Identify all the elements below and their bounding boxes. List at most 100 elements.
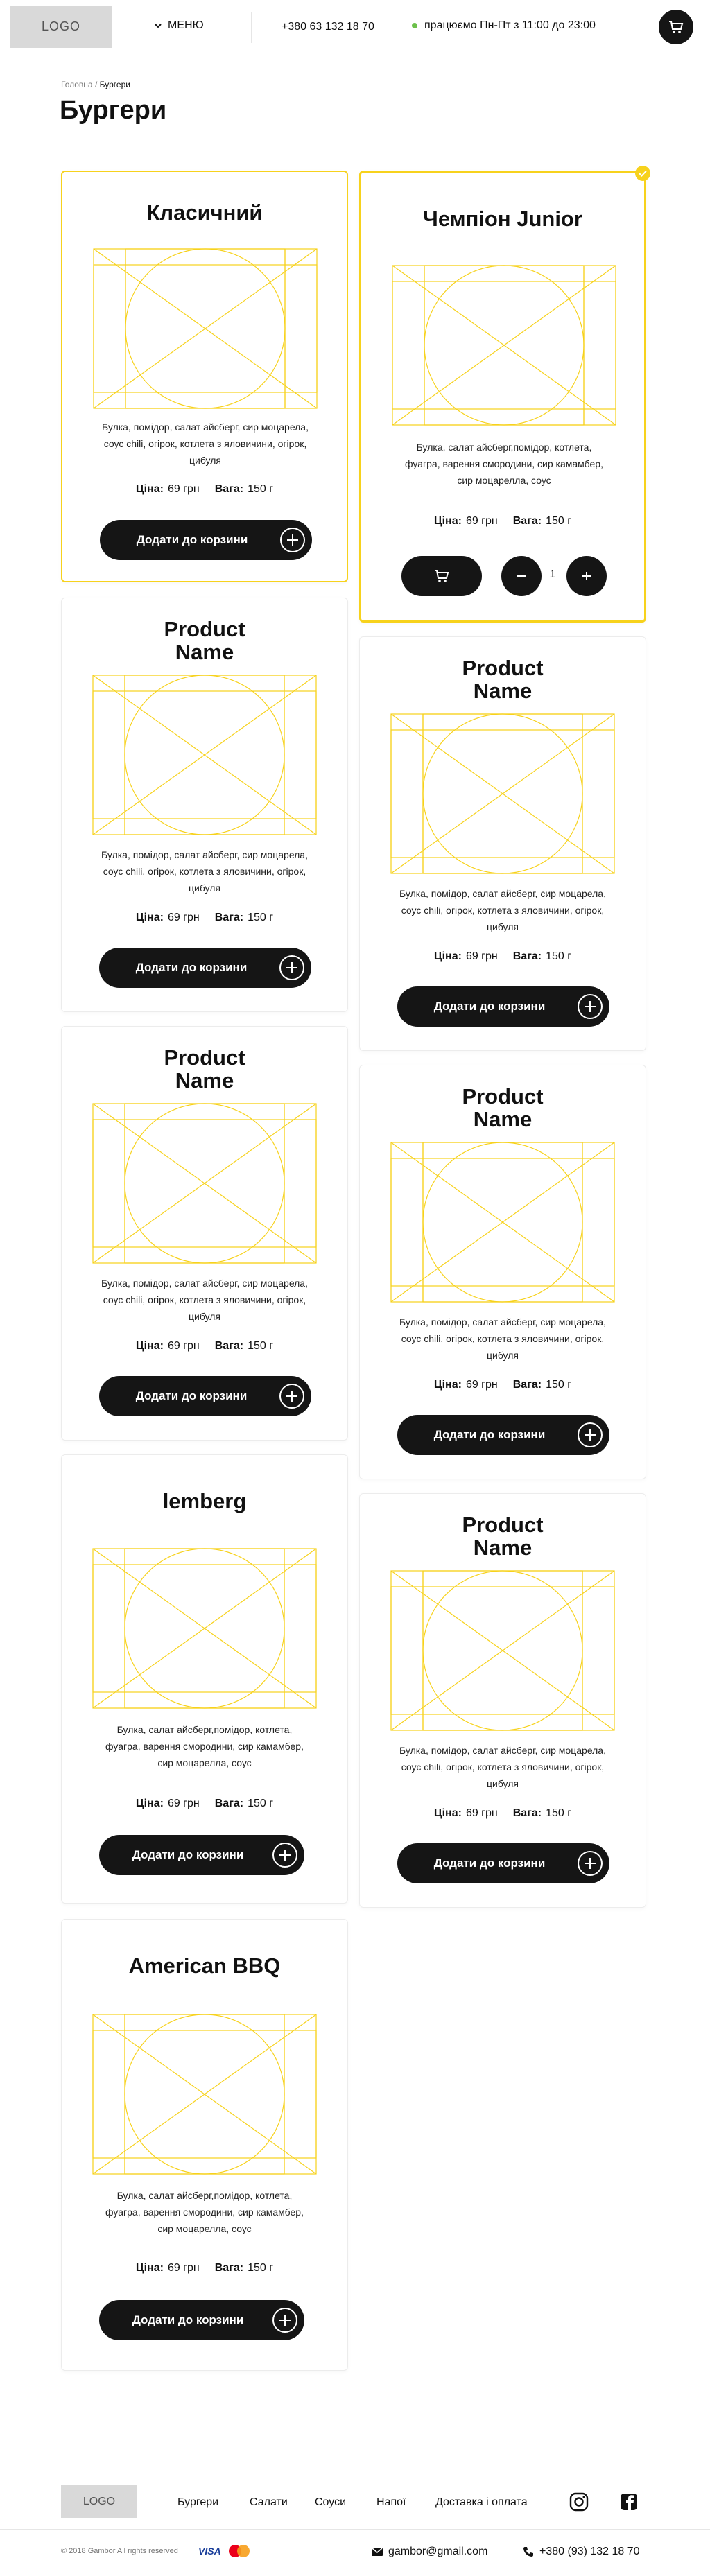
quantity-increase-button[interactable] <box>566 556 607 596</box>
product-name: Чемпіон Junior <box>423 207 582 231</box>
add-to-cart-button[interactable]: Додати до корзини <box>397 1415 609 1455</box>
divider <box>251 12 252 43</box>
breadcrumb-sep: / <box>94 80 98 89</box>
product-meta: Ціна: 69 грн Вага: 150 г <box>62 2262 347 2274</box>
footer-nav-item[interactable]: Салати <box>250 2496 288 2509</box>
weight-label: Вага: <box>512 950 542 962</box>
product-card[interactable]: Product Name Булка, помідор, салат айсбе… <box>359 1493 646 1908</box>
header-phone[interactable]: +380 63 132 18 70 <box>282 21 374 33</box>
product-meta: Ціна: 69 грн Вага: 150 г <box>360 1379 646 1391</box>
product-name: Product Name <box>462 1513 544 1560</box>
menu-button[interactable]: МЕНЮ <box>154 19 204 32</box>
product-meta: Ціна: 69 грн Вага: 150 г <box>62 483 347 496</box>
product-description: Булка, помідор, салат айсберг, сир моцар… <box>399 1745 606 1789</box>
weight-value: 150 г <box>546 515 572 527</box>
status-dot <box>412 23 417 28</box>
price-label: Ціна: <box>433 515 462 527</box>
price-label: Ціна: <box>135 2262 164 2274</box>
weight-value: 150 г <box>248 1340 274 1352</box>
plus-icon <box>582 572 591 580</box>
hours-time: 11:00 до 23:00 <box>521 19 596 31</box>
weight-label: Вага: <box>214 2262 244 2274</box>
facebook-icon[interactable] <box>618 2491 639 2512</box>
visa-logo: VISA <box>198 2545 221 2557</box>
product-meta: Ціна: 69 грн Вага: 150 г <box>360 950 646 963</box>
product-card[interactable]: Класичний Булка, помідор, салат айсберг,… <box>61 171 348 582</box>
product-description: Булка, помідор, салат айсберг, сир моцар… <box>101 849 308 894</box>
price-value: 69 грн <box>167 2262 200 2274</box>
add-to-cart-button[interactable]: Додати до корзини <box>99 2300 304 2340</box>
cart-icon <box>669 21 684 33</box>
image-placeholder-icon <box>93 248 318 409</box>
weight-label: Вага: <box>214 912 244 923</box>
weight-value: 150 г <box>248 1798 274 1809</box>
price-label: Ціна: <box>433 1807 462 1819</box>
plus-circle-icon <box>578 994 603 1019</box>
price-value: 69 грн <box>465 1379 498 1391</box>
add-to-cart-button[interactable]: Додати до корзини <box>397 1843 609 1883</box>
footer-email[interactable]: gambor@gmail.com <box>372 2545 487 2558</box>
plus-circle-icon <box>272 1843 297 1868</box>
plus-circle-icon <box>279 955 304 980</box>
price-value: 69 грн <box>167 483 200 495</box>
menu-label: МЕНЮ <box>168 19 204 31</box>
email-text: gambor@gmail.com <box>388 2545 488 2557</box>
cart-button[interactable] <box>659 10 693 44</box>
product-card[interactable]: Product Name Булка, помідор, салат айсбе… <box>61 598 348 1012</box>
breadcrumb: Головна / Бургери <box>61 80 130 89</box>
image-placeholder-icon <box>390 1570 615 1731</box>
plus-circle-icon <box>272 2308 297 2333</box>
page-title: Бургери <box>60 96 167 125</box>
copyright: © 2018 Gambor All rights reserved <box>61 2547 178 2555</box>
add-to-cart-button[interactable]: Додати до корзини <box>99 1376 311 1416</box>
product-card[interactable]: Product Name Булка, помідор, салат айсбе… <box>359 1065 646 1479</box>
product-card[interactable]: Product Name Булка, помідор, салат айсбе… <box>61 1026 348 1441</box>
product-card[interactable]: American BBQ Булка, салат айсберг,помідо… <box>61 1919 348 2371</box>
footer-logo[interactable]: LOGO <box>61 2485 137 2518</box>
product-name: Product Name <box>462 1084 544 1131</box>
chevron-down-icon <box>155 24 162 28</box>
add-to-cart-button[interactable]: Додати до корзини <box>100 520 312 560</box>
product-description: Булка, салат айсберг,помідор, котлета, ф… <box>405 442 603 486</box>
footer-phone[interactable]: +380 (93) 132 18 70 <box>523 2545 640 2558</box>
add-to-cart-button[interactable]: Додати до корзини <box>99 1835 304 1875</box>
weight-value: 150 г <box>546 1379 572 1391</box>
footer-nav-item[interactable]: Соуси <box>315 2496 346 2509</box>
price-label: Ціна: <box>135 912 164 923</box>
footer-divider <box>0 2529 710 2530</box>
quantity-decrease-button[interactable] <box>501 556 542 596</box>
footer-nav-item[interactable]: Бургери <box>178 2496 218 2509</box>
footer-nav-item[interactable]: Напої <box>376 2496 406 2509</box>
product-name: Product Name <box>462 656 544 703</box>
product-name: Класичний <box>146 200 263 225</box>
product-card[interactable]: lemberg Булка, салат айсберг,помідор, ко… <box>61 1454 348 1904</box>
add-to-cart-button[interactable]: Додати до корзини <box>397 986 609 1027</box>
quantity-value: 1 <box>549 568 556 580</box>
plus-circle-icon <box>279 1384 304 1409</box>
weight-label: Вага: <box>214 483 244 495</box>
product-meta: Ціна: 69 грн Вага: 150 г <box>62 1340 347 1352</box>
image-placeholder-icon <box>92 2014 317 2175</box>
price-label: Ціна: <box>433 1379 462 1391</box>
weight-value: 150 г <box>248 2262 274 2274</box>
price-label: Ціна: <box>433 950 462 962</box>
add-to-cart-button[interactable]: Додати до корзини <box>99 948 311 988</box>
breadcrumb-current: Бургери <box>99 80 130 89</box>
image-placeholder-icon <box>390 1142 615 1303</box>
weight-value: 150 г <box>546 1807 572 1819</box>
in-cart-button[interactable] <box>401 556 482 596</box>
footer-nav-item[interactable]: Доставка і оплата <box>435 2496 528 2509</box>
product-meta: Ціна: 69 грн Вага: 150 г <box>62 1798 347 1810</box>
mastercard-icon <box>229 2545 250 2557</box>
product-description: Булка, салат айсберг,помідор, котлета, ф… <box>105 2190 304 2234</box>
product-card[interactable]: Чемпіон Junior Булка, салат айсберг,помі… <box>359 166 650 623</box>
instagram-icon[interactable] <box>569 2491 589 2512</box>
logo[interactable]: LOGO <box>10 6 112 48</box>
hours-prefix: працюємо Пн-Пт з <box>424 19 519 31</box>
price-value: 69 грн <box>465 1807 498 1819</box>
price-value: 69 грн <box>167 1798 200 1809</box>
product-card[interactable]: Product Name Булка, помідор, салат айсбе… <box>359 636 646 1051</box>
weight-value: 150 г <box>248 912 274 923</box>
image-placeholder-icon <box>92 1548 317 1709</box>
breadcrumb-home[interactable]: Головна <box>61 80 93 89</box>
